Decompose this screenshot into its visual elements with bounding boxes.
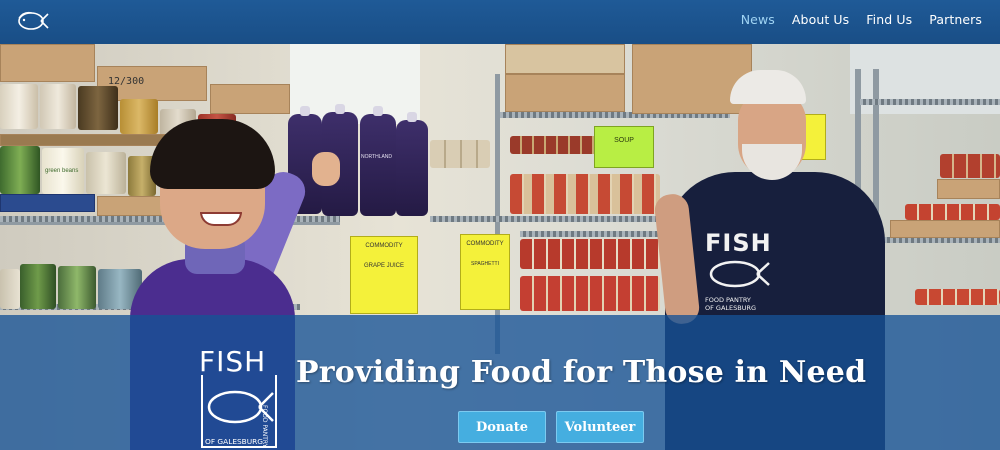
- badge-logo-subtitle: OF GALESBURG: [205, 437, 263, 446]
- sign-item: GRAPE JUICE: [363, 263, 404, 269]
- juice-jug: NORTHLAND: [360, 106, 396, 216]
- can-row: [430, 140, 490, 168]
- can-row: [915, 289, 1000, 305]
- can: [58, 266, 96, 309]
- wire-shelf: [430, 216, 660, 222]
- wire-shelf: [520, 231, 670, 237]
- shirt-logo-name: FISH: [705, 229, 772, 257]
- can: [86, 152, 126, 194]
- can-row: [520, 276, 660, 311]
- man-cap: [730, 70, 806, 104]
- juice-brand-label: NORTHLAND: [361, 154, 393, 160]
- can-row: [510, 136, 600, 154]
- can-row: [510, 174, 660, 214]
- sign-title: SOUP: [614, 137, 634, 144]
- shirt-logo: FISH FOOD PANTRY OF GALESBURG: [705, 229, 775, 329]
- nav-find-us-link[interactable]: Find Us: [866, 12, 912, 27]
- shirt-logo-line1: FOOD PANTRY: [705, 296, 751, 304]
- badge-logo-name: FISH: [199, 345, 266, 378]
- commodity-sign-spaghetti: COMMODITY SPAGHETTI: [460, 234, 510, 310]
- nav-news-link[interactable]: News: [741, 12, 775, 27]
- can: [0, 146, 40, 194]
- main-nav: News About Us Find Us Partners: [741, 12, 982, 27]
- cardboard-box: [210, 84, 290, 114]
- shirt-fish-icon: [709, 260, 770, 288]
- cardboard-box: [0, 44, 95, 82]
- can: [0, 269, 20, 309]
- volunteer-button[interactable]: Volunteer: [556, 411, 644, 443]
- cardboard-box: [890, 220, 1000, 238]
- nav-partners-link[interactable]: Partners: [929, 12, 982, 27]
- can-label: green beans: [45, 168, 79, 174]
- juice-jug: [396, 112, 428, 216]
- fish-logo-icon[interactable]: [15, 9, 49, 33]
- donate-button[interactable]: Donate: [458, 411, 546, 443]
- nav-about-link[interactable]: About Us: [792, 12, 849, 27]
- can: [40, 84, 76, 129]
- can: [120, 99, 158, 134]
- can: [0, 84, 38, 129]
- can: green beans: [42, 148, 84, 194]
- woman-hair: [150, 119, 275, 189]
- soup-sign: SOUP: [594, 126, 654, 168]
- shirt-logo-line2: OF GALESBURG: [705, 304, 757, 312]
- product-box: [0, 194, 95, 212]
- commodity-sign-juice: COMMODITY GRAPE JUICE: [350, 236, 418, 314]
- sign-title: COMMODITY: [365, 243, 403, 249]
- can: [20, 264, 56, 309]
- hero-headline: Providing Food for Those in Need: [296, 355, 867, 390]
- cardboard-box: [937, 179, 1000, 199]
- cardboard-box: [505, 74, 625, 112]
- fish-badge-logo: FISH FOOD PANTRY OF GALESBURG: [199, 345, 277, 448]
- can-row: [940, 154, 1000, 178]
- top-nav-bar: News About Us Find Us Partners: [0, 0, 1000, 44]
- can: [78, 86, 118, 130]
- sign-title: COMMODITY: [466, 241, 504, 247]
- wire-shelf: [860, 99, 1000, 105]
- cardboard-box: [505, 44, 625, 74]
- woman-hand: [312, 152, 340, 186]
- can-row: [520, 239, 660, 269]
- sign-item: SPAGHETTI: [471, 261, 499, 267]
- can-row: [905, 204, 1000, 220]
